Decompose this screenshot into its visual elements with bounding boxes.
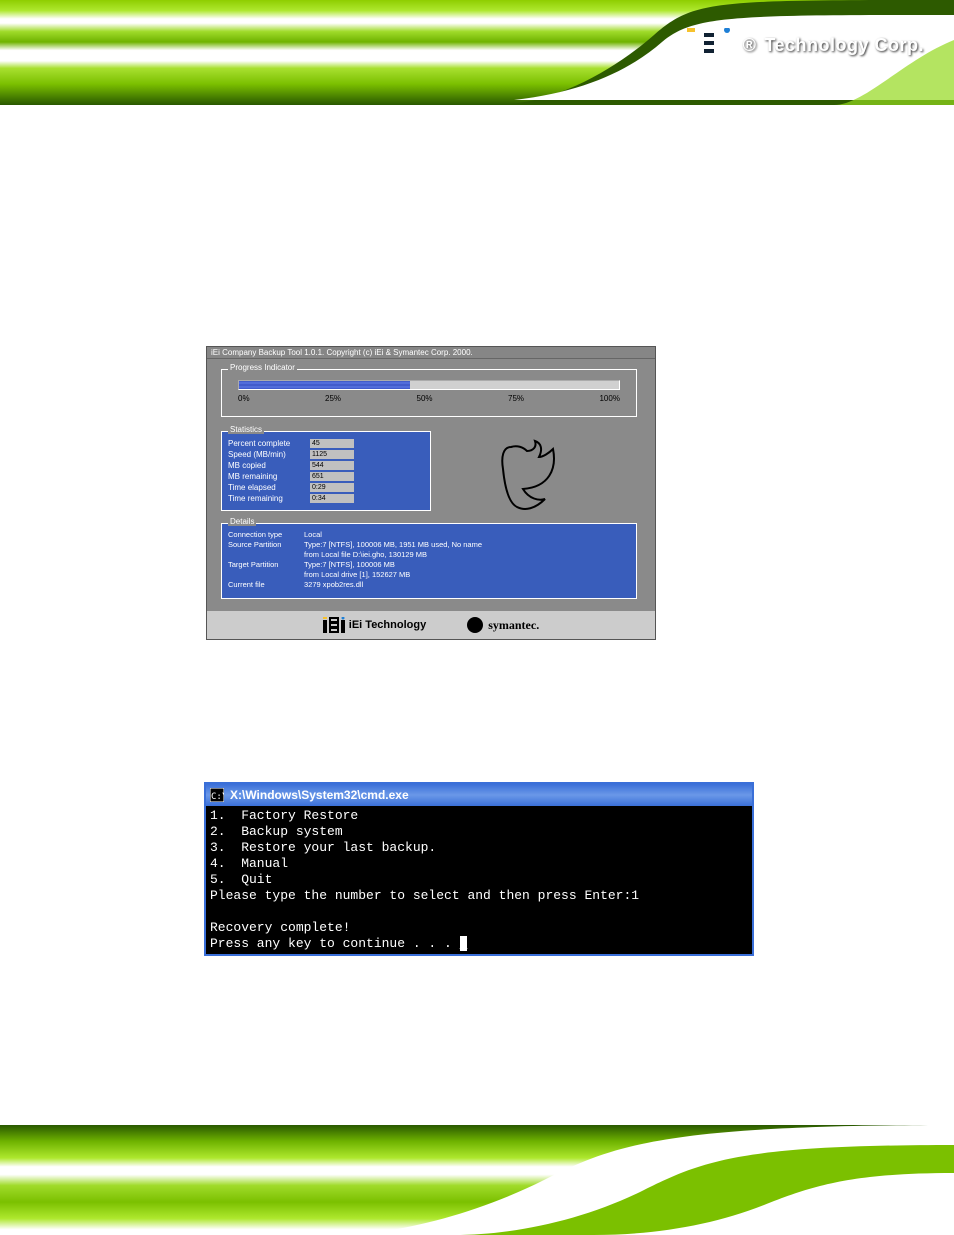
svg-text:C:\: C:\: [211, 792, 224, 802]
details-legend: Details: [228, 517, 256, 526]
progress-bar: [238, 380, 620, 390]
stats-legend: Statistics: [228, 425, 264, 434]
footer-swoosh: [334, 1125, 954, 1235]
cmd-line: Recovery complete!: [210, 920, 350, 935]
stat-row: Speed (MB/min)1125: [222, 449, 430, 460]
progress-group: Progress Indicator 0% 25% 50% 75% 100%: [221, 369, 637, 417]
stat-row: MB remaining651: [222, 471, 430, 482]
brand-symantec: symantec.: [466, 616, 539, 634]
iei-small-icon: [323, 617, 345, 633]
detail-row: Connection typeLocal: [222, 530, 636, 540]
stat-row: Time remaining0:34: [222, 493, 430, 504]
stats-group: Statistics Percent complete45 Speed (MB/…: [221, 431, 431, 511]
cmd-line: 5. Quit: [210, 872, 272, 887]
dialog-title: iEi Company Backup Tool 1.0.1. Copyright…: [207, 347, 655, 359]
brand-iei-text: iEi Technology: [349, 619, 426, 631]
tick: 25%: [325, 394, 341, 403]
brand-logo: ® Technology Corp.: [687, 28, 924, 62]
ghost-icon: [499, 439, 563, 511]
brand-text: Technology Corp.: [764, 35, 924, 56]
brand-iei: iEi Technology: [323, 617, 426, 633]
cmd-body[interactable]: 1. Factory Restore 2. Backup system 3. R…: [206, 806, 752, 954]
brand-symantec-text: symantec.: [488, 618, 539, 633]
stat-row: Time elapsed0:29: [222, 482, 430, 493]
detail-row: Current file3279 xpob2res.dll: [222, 580, 636, 590]
cmd-line: 4. Manual: [210, 856, 288, 871]
cmd-line: 3. Restore your last backup.: [210, 840, 436, 855]
backup-dialog: iEi Company Backup Tool 1.0.1. Copyright…: [206, 346, 656, 640]
cmd-cursor: _: [460, 936, 468, 951]
symantec-icon: [466, 616, 484, 634]
progress-legend: Progress Indicator: [228, 363, 297, 372]
detail-row: Source PartitionType:7 [NTFS], 100006 MB…: [222, 540, 636, 550]
detail-row: from Local file D:\iei.gho, 130129 MB: [222, 550, 636, 560]
cmd-line: Press any key to continue . . .: [210, 936, 460, 951]
progress-fill: [239, 381, 410, 389]
cmd-title-text: X:\Windows\System32\cmd.exe: [230, 788, 409, 802]
tick: 100%: [599, 394, 619, 403]
tick: 75%: [508, 394, 524, 403]
cmd-icon: C:\: [210, 788, 224, 802]
stat-row: Percent complete45: [222, 438, 430, 449]
cmd-window: C:\ X:\Windows\System32\cmd.exe 1. Facto…: [204, 782, 754, 956]
dialog-brand-row: iEi Technology symantec.: [207, 611, 655, 639]
stat-row: MB copied544: [222, 460, 430, 471]
tick: 50%: [417, 394, 433, 403]
details-group: Details Connection typeLocal Source Part…: [221, 523, 637, 599]
brand-reg: ®: [743, 35, 757, 56]
cmd-line: 1. Factory Restore: [210, 808, 358, 823]
cmd-line: 2. Backup system: [210, 824, 343, 839]
detail-row: Target PartitionType:7 [NTFS], 100006 MB: [222, 560, 636, 570]
cmd-line: Please type the number to select and the…: [210, 888, 639, 903]
cmd-titlebar: C:\ X:\Windows\System32\cmd.exe: [206, 784, 752, 806]
progress-ticks: 0% 25% 50% 75% 100%: [238, 394, 620, 403]
tick: 0%: [238, 394, 250, 403]
detail-row: from Local drive [1], 152627 MB: [222, 570, 636, 580]
iei-logo-icon: [687, 28, 735, 62]
